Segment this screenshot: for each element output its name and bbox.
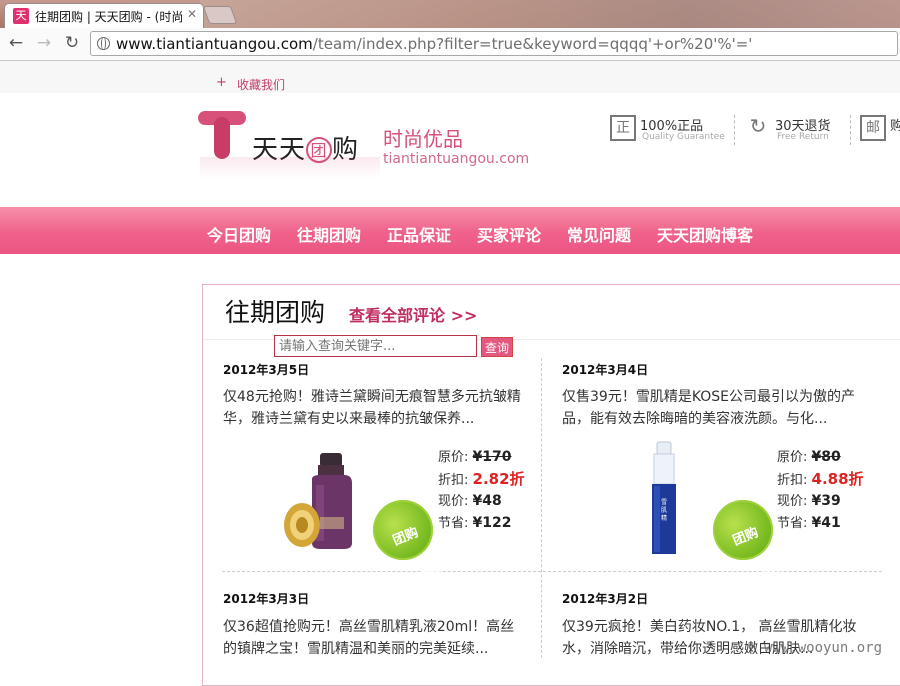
price-discount: 折扣: 2.82折 [438, 470, 525, 488]
nav-buyer-reviews[interactable]: 买家评论 [477, 222, 541, 246]
back-arrow-icon[interactable]: ← [6, 33, 26, 53]
site-header: 天天团购 时尚优品 tiantiantuangou.com 正 100%正品 Q… [0, 93, 900, 207]
price-now: 现价: ¥48 [438, 493, 502, 509]
view-all-reviews-link[interactable]: 查看全部评论 >> [349, 302, 477, 326]
site-slogan: 时尚优品 [383, 127, 463, 151]
nav-today-deals[interactable]: 今日团购 [207, 222, 271, 246]
tab-close-icon[interactable]: ✕ [187, 7, 197, 21]
deal-description[interactable]: 仅售39元！雪肌精是KOSE公司最引以为傲的产品，能有效去除晦暗的美容液洗颜。与… [562, 386, 862, 430]
price-save: 节省: ¥41 [777, 515, 841, 531]
product-image-serum[interactable] [272, 445, 372, 560]
globe-icon [97, 37, 110, 50]
window-background [200, 0, 900, 28]
bookmark-us-link[interactable]: 收藏我们 [237, 76, 285, 93]
logo-t-icon[interactable] [198, 107, 246, 159]
return-arrow-icon: ↻ [749, 114, 767, 138]
browser-tabstrip: 天 往期团购 | 天天团购 - (时尚 ✕ [0, 0, 900, 28]
address-bar[interactable]: www.tiantiantuangou.com/team/index.php?f… [90, 31, 898, 56]
reload-icon[interactable]: ↻ [62, 33, 82, 53]
main-nav: 今日团购 往期团购 正品保证 买家评论 常见问题 天天团购博客 [0, 207, 900, 254]
search-input[interactable] [274, 335, 477, 357]
price-original: 原价: ¥170 [438, 449, 512, 465]
price-now: 现价: ¥39 [777, 493, 841, 509]
url-host: www.tiantiantuangou.com [116, 35, 313, 53]
svg-text:雪: 雪 [661, 499, 667, 506]
deal-date: 2012年3月4日 [562, 363, 649, 377]
nav-blog[interactable]: 天天团购博客 [657, 222, 753, 246]
nav-faq[interactable]: 常见问题 [567, 222, 631, 246]
column-divider [541, 358, 542, 658]
watermark-text: www.wooyun.org [764, 640, 883, 656]
svg-text:肌: 肌 [661, 507, 667, 514]
page-title: 往期团购 [225, 298, 326, 327]
price-save: 节省: ¥122 [438, 515, 512, 531]
deal-description[interactable]: 仅36超值抢购元！高丝雪肌精乳液20ml！高丝的镇牌之宝！雪肌精温和美丽的完美延… [223, 616, 523, 660]
plus-icon: + [216, 75, 227, 90]
site-favicon-icon: 天 [13, 8, 29, 24]
url-path: /team/index.php?filter=true&keyword=qqqq… [312, 35, 753, 53]
price-discount: 折扣: 4.88折 [777, 470, 864, 488]
price-original: 原价: ¥80 [777, 449, 841, 465]
tab-title: 往期团购 | 天天团购 - (时尚 [35, 10, 184, 24]
mail-icon: 邮 [860, 115, 886, 141]
forward-arrow-icon[interactable]: → [34, 33, 54, 53]
divider [734, 115, 735, 145]
svg-text:精: 精 [661, 514, 667, 522]
top-favorites-bar: + 收藏我们 [0, 61, 900, 93]
deal-date: 2012年3月5日 [223, 363, 310, 377]
genuine-icon: 正 [610, 115, 636, 141]
deal-date: 2012年3月2日 [562, 592, 649, 606]
deal-description[interactable]: 仅48元抢购！雅诗兰黛瞬间无痕智慧多元抗皱精华，雅诗兰黛有史以来最棒的抗皱保养.… [223, 386, 523, 430]
deal-date: 2012年3月3日 [223, 592, 310, 606]
logo-reflection [200, 157, 380, 179]
nav-genuine-guarantee[interactable]: 正品保证 [387, 222, 451, 246]
search-button[interactable]: 查询 [481, 337, 513, 357]
product-image-lotion[interactable]: 雪 肌 精 [640, 440, 690, 558]
divider [850, 115, 851, 145]
site-domain: tiantiantuangou.com [383, 151, 530, 167]
panel-header: 往期团购 查看全部评论 >> [203, 285, 900, 340]
address-url[interactable]: www.tiantiantuangou.com/team/index.php?f… [116, 35, 752, 53]
browser-tab-active[interactable]: 天 往期团购 | 天天团购 - (时尚 ✕ [4, 3, 204, 28]
nav-past-deals[interactable]: 往期团购 [297, 222, 361, 246]
browser-toolbar: ← → ↻ www.tiantiantuangou.com/team/index… [0, 28, 900, 61]
